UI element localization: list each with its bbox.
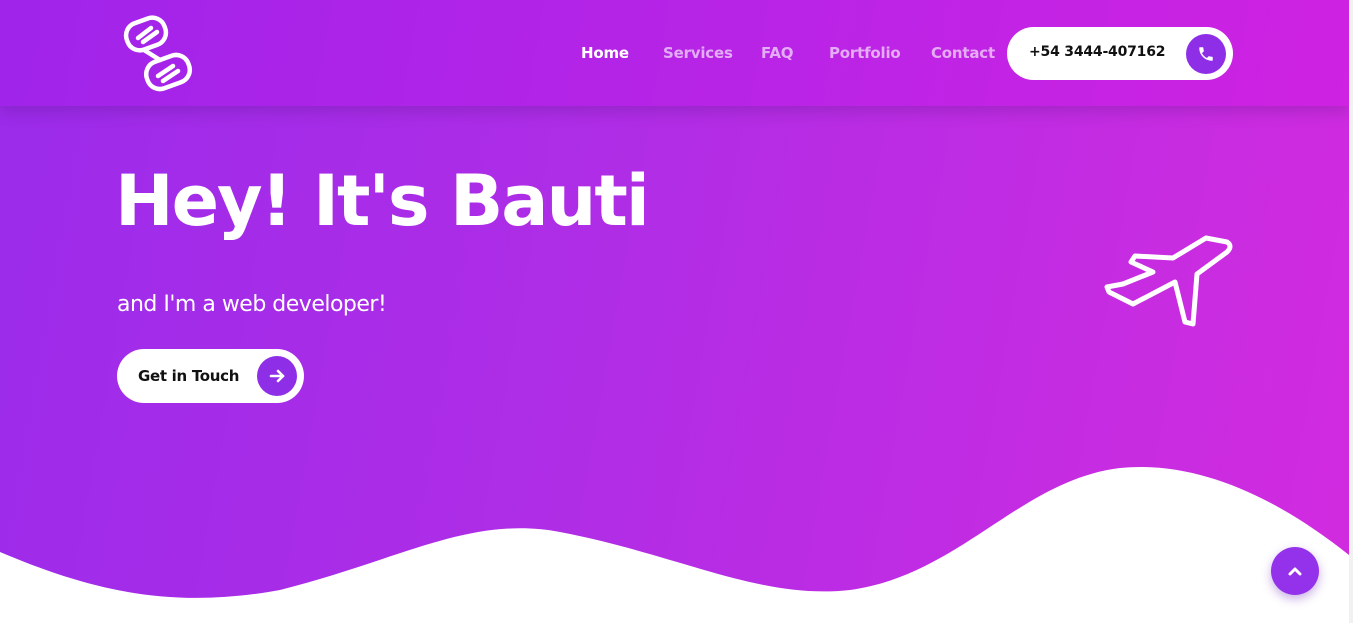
cta-icon-circle — [257, 356, 297, 396]
nav-faq[interactable]: FAQ — [761, 44, 793, 62]
get-in-touch-label: Get in Touch — [138, 367, 240, 385]
arrow-right-icon — [269, 369, 285, 383]
airplane-icon — [1104, 235, 1233, 327]
chevron-up-icon — [1288, 567, 1302, 576]
site-header: Home Services FAQ Portfolio Contact +54 … — [0, 0, 1349, 106]
back-to-top-button[interactable] — [1271, 547, 1319, 595]
dna-logo-icon[interactable] — [120, 14, 196, 94]
nav-contact[interactable]: Contact — [931, 44, 995, 62]
nav-services[interactable]: Services — [663, 44, 733, 62]
phone-number: +54 3444-407162 — [1029, 44, 1166, 60]
phone-icon-circle — [1186, 34, 1226, 74]
nav-home[interactable]: Home — [581, 44, 629, 62]
hero-section: Home Services FAQ Portfolio Contact +54 … — [0, 0, 1349, 623]
hero-title: Hey! It's Bauti — [115, 160, 650, 242]
scrollbar[interactable] — [1349, 0, 1353, 623]
phone-button[interactable]: +54 3444-407162 — [1007, 27, 1233, 80]
phone-icon — [1199, 47, 1213, 61]
nav-portfolio[interactable]: Portfolio — [829, 44, 901, 62]
wave-divider — [0, 466, 1349, 623]
hero-subtitle: and I'm a web developer! — [117, 292, 387, 317]
get-in-touch-button[interactable]: Get in Touch — [117, 349, 304, 403]
